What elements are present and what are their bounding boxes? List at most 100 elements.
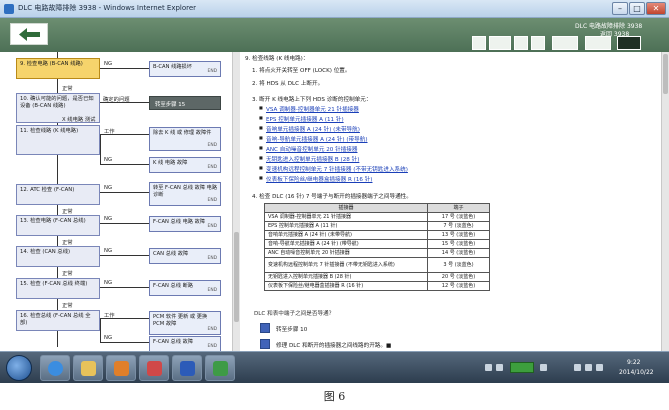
bookmark-icon[interactable]: [585, 36, 611, 50]
flow-step-9[interactable]: 9. 检查电路 (B-CAN 线路): [16, 58, 100, 79]
connector-link-audio[interactable]: 音响单元插接器 A (24 针) (未带导航): [259, 125, 360, 133]
instruction-4: 4. 检查 DLC (16 针) 7 号端子与断开的插接器端子之间导通性。: [252, 194, 412, 200]
print-icon[interactable]: [617, 36, 641, 50]
maximize-button[interactable]: □: [629, 2, 645, 15]
flow-step-note: X 线电路 测试: [62, 117, 96, 123]
table-cell: ANC 自动噪音控制单元 20 针插接器: [264, 248, 428, 258]
table-cell: 仪表板下保险丝/继电器盒插接器 R (16 针): [264, 281, 428, 291]
tray-back-button[interactable]: [510, 362, 534, 373]
scrollbar-thumb[interactable]: [234, 232, 239, 322]
connector-link-keyless[interactable]: 无钥匙进入控制单元插接器 B (28 针): [259, 155, 359, 163]
table-cell: 音响单元插接器 A (24 针) (未带导航): [264, 230, 428, 240]
flow-step-11[interactable]: 11. 检查线路 (K 线电路): [16, 125, 100, 155]
flow-step-13[interactable]: 13. 检查电路 (F-CAN 总线): [16, 215, 100, 236]
flow-result-13[interactable]: F-CAN 总线 电路 故障 END: [149, 216, 221, 232]
flow-step-14[interactable]: 14. 检查 (CAN 总线): [16, 246, 100, 267]
end-code: END: [207, 326, 217, 332]
table-cell: 音响-导航单元插接器 A (24 针) (带导航): [264, 239, 428, 249]
flow-step-15[interactable]: 15. 检查 (F-CAN 总线 终端): [16, 278, 100, 299]
start-button[interactable]: [6, 355, 32, 381]
tray-volume-icon[interactable]: [596, 364, 603, 371]
flow-result-label: 除去 K 线 或 修理 故障件: [153, 130, 212, 136]
flow-work-label: 工作: [104, 313, 115, 319]
flow-result-16b[interactable]: F-CAN 总线 故障 END: [149, 336, 221, 351]
tray-arrow-icon[interactable]: [540, 364, 547, 371]
flow-step-label: 9. 检查电路 (B-CAN 线路): [20, 61, 83, 67]
table-cell: 12 号 (淡蓝色): [427, 281, 490, 291]
taskbar-ie[interactable]: [40, 355, 70, 381]
end-code: END: [207, 223, 217, 229]
taskbar-excel[interactable]: [205, 355, 235, 381]
table-row: EPS 控制单元插接器 A (11 针) 7 号 (淡蓝色): [264, 221, 490, 231]
flow-connector: [100, 255, 149, 256]
word-icon: [180, 361, 195, 376]
no-answer-text[interactable]: 修理 DLC 和断开的插接器之间线路的开路。■: [276, 341, 391, 349]
table-cell: 7 号 (淡蓝色): [427, 221, 490, 231]
windows-taskbar: 9:22 2014/10/22: [0, 351, 669, 383]
back-button[interactable]: [10, 23, 48, 45]
flow-step-label: 16. 检查总线 (F-CAN 总线 全部): [20, 313, 91, 326]
flow-ok-label: 正常: [62, 209, 73, 215]
window-titlebar: DLC 电路故障排除 3938 - Windows Internet Explo…: [0, 0, 669, 18]
table-cell: 变速机构远程控制单元 7 针插接器 (不带无钥匙进入系统): [264, 257, 428, 273]
table-row: VSA 调制器-控制器单元 21 针插接器 17 号 (淡蓝色): [264, 212, 490, 222]
goto-step-15-box[interactable]: 转至步骤 15: [149, 96, 221, 110]
flow-ok-label: 正常: [62, 86, 73, 92]
table-cell: 无钥匙进入控制单元插接器 B (28 针): [264, 272, 428, 282]
flow-connector: [100, 134, 101, 164]
tray-help-icon[interactable]: [496, 364, 503, 371]
connector-link-anc[interactable]: ANC 自动噪音控制单元 20 针插接器: [259, 145, 357, 153]
scrollbar-thumb[interactable]: [663, 54, 668, 94]
content-scrollbar[interactable]: [661, 52, 669, 351]
help-icon[interactable]: [531, 36, 545, 50]
back-arrow-icon: [19, 28, 40, 41]
table-row: ANC 自动噪音控制单元 20 针插接器 14 号 (淡蓝色): [264, 248, 490, 258]
tray-network-icon[interactable]: [485, 364, 492, 371]
yes-answer-icon[interactable]: [260, 323, 270, 333]
connector-link-audio-nav[interactable]: 音响-导航单元插接器 A (24 针) (带导航): [259, 135, 367, 143]
taskbar-word[interactable]: [172, 355, 202, 381]
clock-date[interactable]: 2014/10/22: [619, 369, 654, 376]
table-row: 仪表板下保险丝/继电器盒插接器 R (16 针) 12 号 (淡蓝色): [264, 281, 490, 291]
prev-next-icon[interactable]: [489, 36, 511, 50]
flow-result-11a[interactable]: 除去 K 线 或 修理 故障件 END: [149, 127, 221, 151]
taskbar-paint[interactable]: [139, 355, 169, 381]
yes-answer-text[interactable]: 转至步骤 10: [276, 325, 307, 333]
minimize-button[interactable]: –: [612, 2, 628, 15]
search-icon[interactable]: [514, 36, 528, 50]
connector-link-eps[interactable]: EPS 控制单元插接器 A (11 针): [259, 115, 344, 123]
continuity-table: 插接器 端子 VSA 调制器-控制器单元 21 针插接器 17 号 (淡蓝色) E…: [264, 203, 490, 291]
flow-result-11b[interactable]: K 线 电路 故障 END: [149, 157, 221, 173]
flow-ng-label: NG: [104, 216, 113, 222]
clock-time[interactable]: 9:22: [627, 359, 640, 366]
paint-icon: [147, 361, 162, 376]
content-pane: 9. 检查线路 (K 线电路)： 1. 将点火开关转至 OFF (LOCK) 位…: [240, 52, 661, 351]
tools-icon[interactable]: [552, 36, 578, 50]
close-button[interactable]: ✕: [646, 2, 666, 15]
column-header-connector: 插接器: [264, 203, 428, 213]
connector-link-fuse-box[interactable]: 仪表板下保险丝/继电器盒插接器 R (16 针): [259, 175, 372, 183]
flow-result-15[interactable]: F-CAN 总线 断路 END: [149, 280, 221, 296]
table-cell: 13 号 (淡蓝色): [427, 230, 490, 240]
flowchart-scrollbar[interactable]: [232, 52, 240, 351]
outlook-icon: [114, 361, 129, 376]
tray-flag-icon[interactable]: [574, 364, 581, 371]
flow-step-12[interactable]: 12. ATC 检查 (F-CAN): [16, 184, 100, 205]
flow-connector: [100, 223, 149, 224]
taskbar-explorer[interactable]: [73, 355, 103, 381]
table-cell: 20 号 (淡蓝色): [427, 272, 490, 282]
home-icon[interactable]: [472, 36, 486, 50]
connector-link-remote[interactable]: 变速机构远程控制单元 7 针插接器 (不带无钥匙进入系统): [259, 165, 408, 173]
taskbar-outlook[interactable]: [106, 355, 136, 381]
table-cell: 3 号 (淡蓝色): [427, 257, 490, 273]
no-answer-icon[interactable]: [260, 339, 270, 349]
flow-result-16a[interactable]: PCM 软件 更新 或 更换 PCM 故障 END: [149, 311, 221, 335]
tray-power-icon[interactable]: [585, 364, 592, 371]
flow-result-9[interactable]: B-CAN 线路损坏 END: [149, 61, 221, 77]
flow-result-label: F-CAN 总线 断路: [153, 283, 193, 289]
flow-step-16[interactable]: 16. 检查总线 (F-CAN 总线 全部): [16, 310, 100, 331]
table-row: 变速机构远程控制单元 7 针插接器 (不带无钥匙进入系统) 3 号 (淡蓝色): [264, 257, 490, 273]
flow-result-12[interactable]: 转至 F-CAN 总线 故障 电路 诊断 END: [149, 182, 221, 206]
connector-link-vsa[interactable]: VSA 调制器-控制器单元 21 针插接器: [259, 105, 359, 113]
flow-result-14[interactable]: CAN 总线 故障 END: [149, 248, 221, 264]
